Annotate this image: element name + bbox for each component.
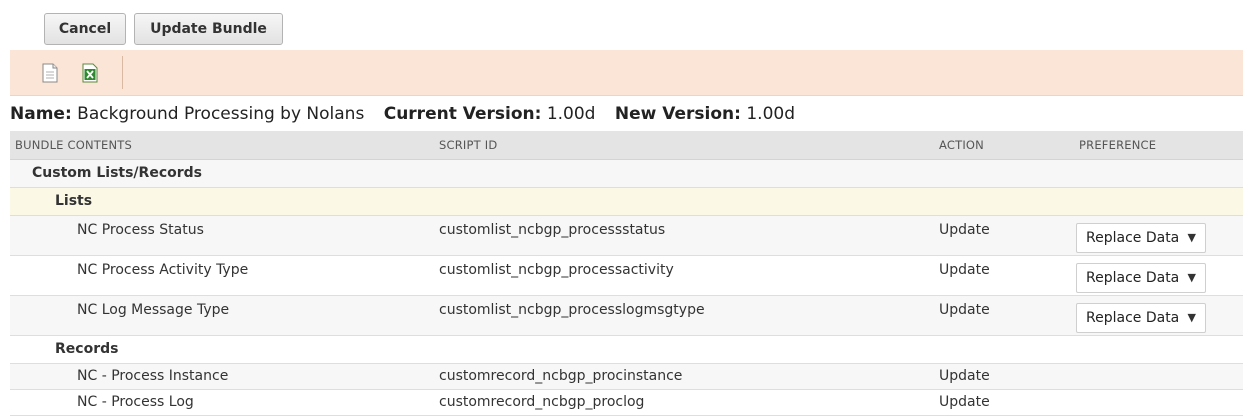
row-name: NC Process Status <box>77 222 204 238</box>
bundle-contents-table: BUNDLE CONTENTS SCRIPT ID ACTION PREFERE… <box>10 131 1243 416</box>
excel-export-icon[interactable] <box>81 63 99 83</box>
row-action: Update <box>939 394 990 410</box>
row-name: NC Process Activity Type <box>77 262 249 278</box>
dropdown-arrow-icon: ▼ <box>1187 231 1196 244</box>
column-header-bundle-contents[interactable]: BUNDLE CONTENTS <box>15 138 132 152</box>
row-name: NC - Process Log <box>77 394 194 410</box>
group-label: Custom Lists/Records <box>32 165 202 181</box>
table-row: NC Process Status customlist_ncbgp_proce… <box>10 216 1243 256</box>
row-script-id: customrecord_ncbgp_procinstance <box>439 368 683 384</box>
row-name: NC Log Message Type <box>77 302 230 318</box>
name-label: Name: <box>10 104 72 124</box>
table-row: NC - Process Instance customrecord_ncbgp… <box>10 364 1243 390</box>
preference-select[interactable]: Replace Data ▼ <box>1076 303 1206 333</box>
subgroup-label-lists: Lists <box>55 193 93 209</box>
table-row: NC Log Message Type customlist_ncbgp_pro… <box>10 296 1243 336</box>
new-version-value: 1.00d <box>746 104 796 124</box>
preference-value: Replace Data <box>1086 270 1180 286</box>
top-toolbar: Cancel Update Bundle <box>0 0 1243 50</box>
column-header-preference[interactable]: PREFERENCE <box>1079 138 1156 152</box>
group-row: Custom Lists/Records <box>10 160 1243 188</box>
column-header-script-id[interactable]: SCRIPT ID <box>439 138 497 152</box>
preference-select[interactable]: Replace Data ▼ <box>1076 223 1206 253</box>
action-strip <box>10 50 1243 96</box>
bundle-name: Background Processing by Nolans <box>77 104 365 124</box>
bundle-info: Name: Background Processing by Nolans Cu… <box>10 104 795 124</box>
cancel-button[interactable]: Cancel <box>44 13 126 45</box>
row-script-id: customrecord_ncbgp_proclog <box>439 394 645 410</box>
preference-value: Replace Data <box>1086 310 1180 326</box>
column-header-action[interactable]: ACTION <box>939 138 984 152</box>
dropdown-arrow-icon: ▼ <box>1187 271 1196 284</box>
current-version-label: Current Version: <box>383 104 542 124</box>
row-name: NC - Process Instance <box>77 368 229 384</box>
row-script-id: customlist_ncbgp_processstatus <box>439 222 666 238</box>
table-row: NC Process Activity Type customlist_ncbg… <box>10 256 1243 296</box>
current-version-value: 1.00d <box>546 104 596 124</box>
row-action: Update <box>939 262 990 278</box>
table-header: BUNDLE CONTENTS SCRIPT ID ACTION PREFERE… <box>10 131 1243 160</box>
preference-select[interactable]: Replace Data ▼ <box>1076 263 1206 293</box>
update-bundle-button[interactable]: Update Bundle <box>134 13 283 45</box>
document-icon[interactable] <box>41 63 59 83</box>
dropdown-arrow-icon: ▼ <box>1187 311 1196 324</box>
row-action: Update <box>939 302 990 318</box>
row-action: Update <box>939 222 990 238</box>
row-action: Update <box>939 368 990 384</box>
subgroup-label-records: Records <box>55 341 119 357</box>
subgroup-row-lists: Lists <box>10 188 1243 216</box>
subgroup-row-records: Records <box>10 336 1243 364</box>
table-row: NC - Process Log customrecord_ncbgp_proc… <box>10 390 1243 416</box>
new-version-label: New Version: <box>614 104 741 124</box>
row-script-id: customlist_ncbgp_processlogmsgtype <box>439 302 705 318</box>
toolbar-separator <box>122 56 123 89</box>
preference-value: Replace Data <box>1086 230 1180 246</box>
row-script-id: customlist_ncbgp_processactivity <box>439 262 674 278</box>
